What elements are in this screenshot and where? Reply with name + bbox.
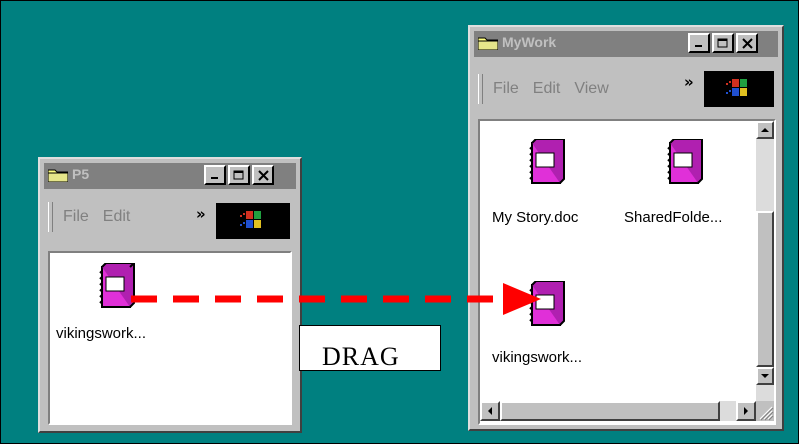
windows-logo-icon: [216, 203, 290, 239]
p5-titlebar[interactable]: P5: [44, 163, 296, 189]
scroll-down-button[interactable]: [756, 367, 774, 385]
resize-grip[interactable]: [756, 401, 774, 421]
scroll-thumb[interactable]: [756, 211, 774, 367]
mywork-close-button[interactable]: [736, 33, 758, 53]
folder-icon: [478, 37, 498, 50]
resize-grip-icon: [759, 406, 774, 421]
horizontal-scrollbar[interactable]: [480, 401, 756, 421]
windows-logo-icon: [704, 71, 774, 107]
arrow-right-icon: [744, 407, 748, 415]
mywork-title: MyWork: [502, 34, 557, 50]
arrow-down-icon: [761, 374, 769, 378]
mywork-menu-file[interactable]: File: [493, 80, 519, 98]
mywork-maximize-button[interactable]: [712, 33, 734, 53]
drag-annotation-label: DRAG: [322, 342, 400, 371]
scroll-up-button[interactable]: [756, 121, 774, 139]
mywork-file-label[interactable]: My Story.doc: [492, 209, 578, 226]
arrow-left-icon: [488, 407, 492, 415]
mywork-menu-edit[interactable]: Edit: [533, 80, 561, 98]
book-file-icon[interactable]: [94, 263, 138, 311]
chevron-icon[interactable]: »: [684, 73, 694, 91]
p5-maximize-button[interactable]: [228, 165, 250, 185]
close-icon: [741, 37, 753, 49]
p5-minimize-button[interactable]: [204, 165, 226, 185]
mywork-file-label[interactable]: vikingswork...: [492, 349, 582, 366]
mywork-menu-view[interactable]: View: [574, 80, 608, 98]
p5-window: P5 File Edit » vikingswork...: [38, 157, 302, 433]
scroll-right-button[interactable]: [736, 401, 756, 421]
p5-file-label[interactable]: vikingswork...: [56, 325, 146, 342]
toolbar-grip[interactable]: [48, 202, 53, 232]
drag-annotation-box: DRAG: [299, 325, 441, 371]
book-file-icon[interactable]: [524, 139, 568, 187]
mywork-file-pane[interactable]: My Story.doc SharedFolde... vikingswork.…: [478, 119, 776, 425]
folder-icon: [48, 169, 68, 182]
p5-menubar: File Edit: [48, 201, 144, 233]
minimize-icon: [695, 45, 702, 47]
arrow-up-icon: [761, 128, 769, 132]
mywork-minimize-button[interactable]: [688, 33, 710, 53]
p5-close-button[interactable]: [252, 165, 274, 185]
scroll-left-button[interactable]: [480, 401, 500, 421]
mywork-titlebar[interactable]: MyWork: [474, 31, 778, 57]
book-file-icon[interactable]: [662, 139, 706, 187]
close-icon: [257, 169, 269, 181]
p5-menu-file[interactable]: File: [63, 208, 89, 226]
mywork-file-label[interactable]: SharedFolde...: [624, 209, 722, 226]
desktop: P5 File Edit » vikingswork... MyWork Fil…: [0, 0, 799, 444]
p5-title: P5: [72, 166, 90, 182]
p5-menu-edit[interactable]: Edit: [103, 208, 131, 226]
toolbar-grip[interactable]: [478, 74, 483, 104]
chevron-icon[interactable]: »: [196, 205, 206, 223]
mywork-menubar: File Edit View: [478, 73, 623, 105]
vertical-scrollbar[interactable]: [756, 121, 774, 401]
maximize-icon: [717, 38, 728, 47]
maximize-icon: [233, 170, 244, 179]
book-file-icon[interactable]: [524, 281, 568, 329]
minimize-icon: [211, 177, 218, 179]
p5-file-pane[interactable]: vikingswork...: [48, 251, 292, 425]
mywork-window: MyWork File Edit View » My Story.doc Sha…: [468, 25, 784, 431]
scroll-thumb[interactable]: [500, 401, 720, 421]
